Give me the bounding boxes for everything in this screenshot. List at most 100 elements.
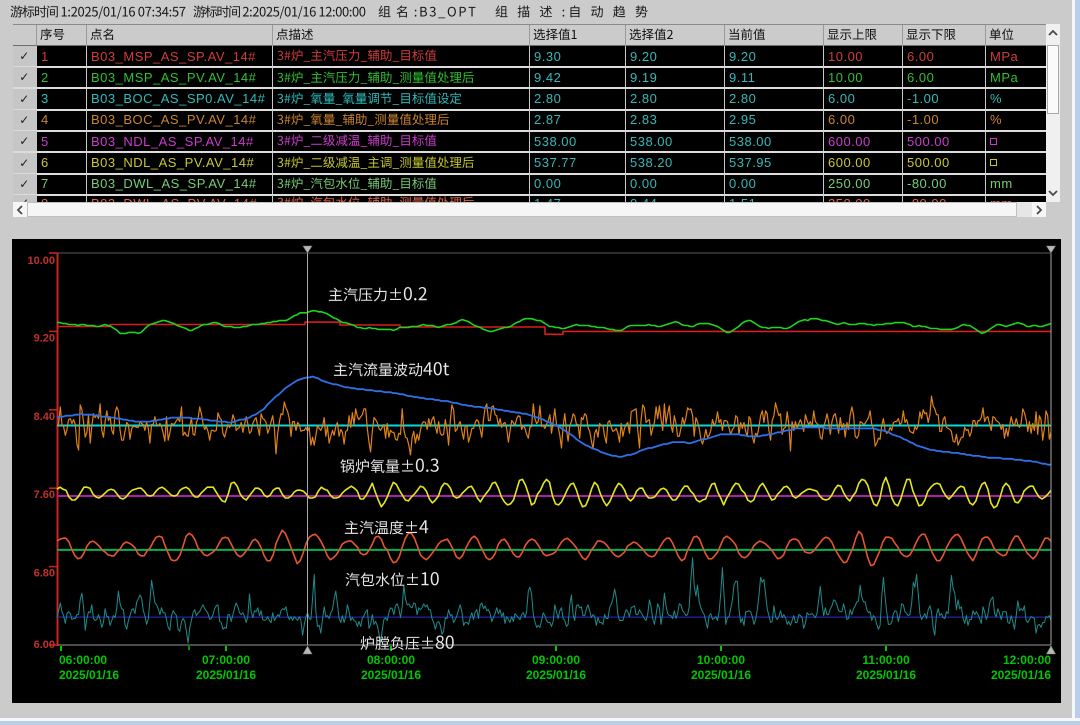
column-header-label (40, 27, 65, 45)
x-tick-date-label: 2025/01/16 (196, 668, 256, 682)
scroll-right-icon (1035, 205, 1043, 215)
point-description (272, 195, 529, 202)
column-header[interactable] (272, 25, 529, 47)
x-tick-time-label: 07:00:00 (202, 653, 250, 667)
current-value: 9.11 (724, 67, 823, 87)
current-value: 9.20 (724, 46, 823, 66)
table-body: ✓1B03_MSP_AS_SP.AV_14#9.309.209.2010.006… (13, 46, 1046, 202)
selected-value-2: 9.20 (625, 46, 724, 66)
table-row[interactable]: ✓8B03_DWL_AS_PV.AV_14#1.470.441.51250.00… (13, 195, 1046, 202)
column-header[interactable] (529, 25, 625, 47)
trace-10 (57, 558, 1051, 643)
row-checkbox[interactable]: ✓ (13, 67, 36, 87)
row-checkbox[interactable]: ✓ (13, 174, 36, 194)
cursor-handle[interactable] (303, 246, 312, 253)
point-name: B03_DWL_AS_PV.AV_14# (86, 195, 272, 202)
trace-5 (57, 477, 1051, 507)
display-upper-limit: 600.00 (823, 131, 902, 151)
window-frame-right (1075, 0, 1080, 725)
point-description (272, 153, 529, 173)
point-name: B03_MSP_AS_PV.AV_14# (86, 67, 272, 87)
column-header[interactable] (86, 25, 272, 47)
column-header[interactable] (985, 25, 1046, 47)
trace-7 (57, 530, 1051, 565)
selected-value-2: 2.80 (625, 89, 724, 109)
point-name: B03_MSP_AS_SP.AV_14# (86, 46, 272, 66)
table-row[interactable]: ✓7B03_DWL_AS_SP.AV_14#0.000.000.00250.00… (13, 174, 1046, 196)
point-description-text (277, 91, 462, 107)
point-description-text (277, 112, 449, 128)
y-tick-label: 8.40 (34, 411, 55, 423)
row-checkbox[interactable]: ✓ (13, 89, 36, 109)
cursor-handle[interactable] (1047, 646, 1056, 654)
selected-value-1: 2.80 (529, 89, 625, 109)
degree-unit-box (990, 138, 997, 145)
column-header[interactable] (823, 25, 902, 47)
selected-value-1: 537.77 (529, 153, 625, 173)
scroll-up-icon[interactable] (1048, 29, 1058, 37)
table-row[interactable]: ✓4B03_BOC_AS_PV.AV_14#2.872.832.956.00-1… (13, 110, 1046, 132)
point-name: B03_BOC_AS_PV.AV_14# (86, 110, 272, 130)
table-horizontal-scrollbar[interactable] (13, 202, 1046, 217)
row-number: 2 (36, 67, 86, 87)
cursor1-time-label (10, 5, 186, 23)
vertical-scroll-thumb[interactable] (1047, 45, 1059, 114)
point-name: B03_DWL_AS_SP.AV_14# (86, 174, 272, 194)
scroll-left-icon (16, 205, 24, 215)
current-value: 1.51 (724, 195, 823, 202)
row-checkbox[interactable]: ✓ (13, 131, 36, 151)
unit: % (985, 89, 1046, 109)
column-header-label (906, 27, 956, 45)
horizontal-scroll-thumb[interactable] (27, 202, 1017, 217)
point-name: B03_NDL_AS_SP.AV_14# (86, 131, 272, 151)
selected-value-2: 538.00 (625, 131, 724, 151)
trend-chart[interactable]: 10.009.208.407.606.806.0006:00:002025/01… (12, 239, 1061, 703)
unit: % (985, 110, 1046, 130)
row-checkbox[interactable]: ✓ (13, 153, 36, 173)
trace-annotation: 锅炉氧量±0.3 (340, 459, 438, 473)
table-vertical-scrollbar[interactable] (1046, 24, 1060, 202)
table-row[interactable]: ✓6B03_NDL_AS_PV.AV_14#537.77538.20537.95… (13, 153, 1046, 175)
display-lower-limit: -80.00 (902, 195, 985, 202)
table-row[interactable]: ✓5B03_NDL_AS_SP.AV_14#538.00538.00538.00… (13, 131, 1046, 153)
column-header-label (276, 27, 314, 45)
row-checkbox[interactable]: ✓ (13, 195, 36, 202)
column-header[interactable] (724, 25, 823, 47)
scroll-right-button[interactable] (1032, 202, 1046, 217)
table-row[interactable]: ✓2B03_MSP_AS_PV.AV_14#9.429.199.1110.006… (13, 67, 1046, 89)
scroll-down-icon[interactable] (1048, 189, 1058, 197)
y-tick-label: 10.00 (27, 255, 55, 267)
selected-value-1: 9.42 (529, 67, 625, 87)
scroll-left-button[interactable] (13, 202, 27, 217)
selected-value-1: 538.00 (529, 131, 625, 151)
point-description (272, 67, 529, 87)
display-lower-limit: -1.00 (902, 110, 985, 130)
unit: mm (985, 195, 1046, 202)
point-description (272, 110, 529, 130)
row-checkbox[interactable]: ✓ (13, 110, 36, 130)
row-checkbox[interactable]: ✓ (13, 46, 36, 66)
unit (985, 153, 1046, 173)
column-header[interactable] (902, 25, 985, 47)
trace-annotation: 主汽温度±4 (345, 520, 428, 534)
display-upper-limit: 10.00 (823, 46, 902, 66)
point-description (272, 174, 529, 194)
column-header[interactable] (625, 25, 724, 47)
column-header[interactable] (36, 25, 86, 47)
row-number: 8 (36, 195, 86, 202)
window-frame-bottom (0, 721, 1080, 725)
display-lower-limit: 500.00 (902, 131, 985, 151)
group-name-label (378, 5, 478, 23)
table-row[interactable]: ✓3B03_BOC_AS_SP0.AV_14#2.802.802.806.00-… (13, 89, 1046, 111)
selected-value-1: 0.00 (529, 174, 625, 194)
x-tick-date-label: 2025/01/16 (691, 668, 751, 682)
trend-chart-panel[interactable]: 10.009.208.407.606.806.0006:00:002025/01… (12, 239, 1061, 703)
point-name: B03_BOC_AS_SP0.AV_14# (86, 89, 272, 109)
cursor-handle[interactable] (303, 646, 312, 654)
y-tick-label: 9.20 (34, 332, 55, 344)
cursor-handle[interactable] (1047, 246, 1056, 253)
point-description-text (277, 70, 474, 86)
table-row[interactable]: ✓1B03_MSP_AS_SP.AV_14#9.309.209.2010.006… (13, 46, 1046, 68)
selected-value-1: 9.30 (529, 46, 625, 66)
display-lower-limit: 6.00 (902, 67, 985, 87)
